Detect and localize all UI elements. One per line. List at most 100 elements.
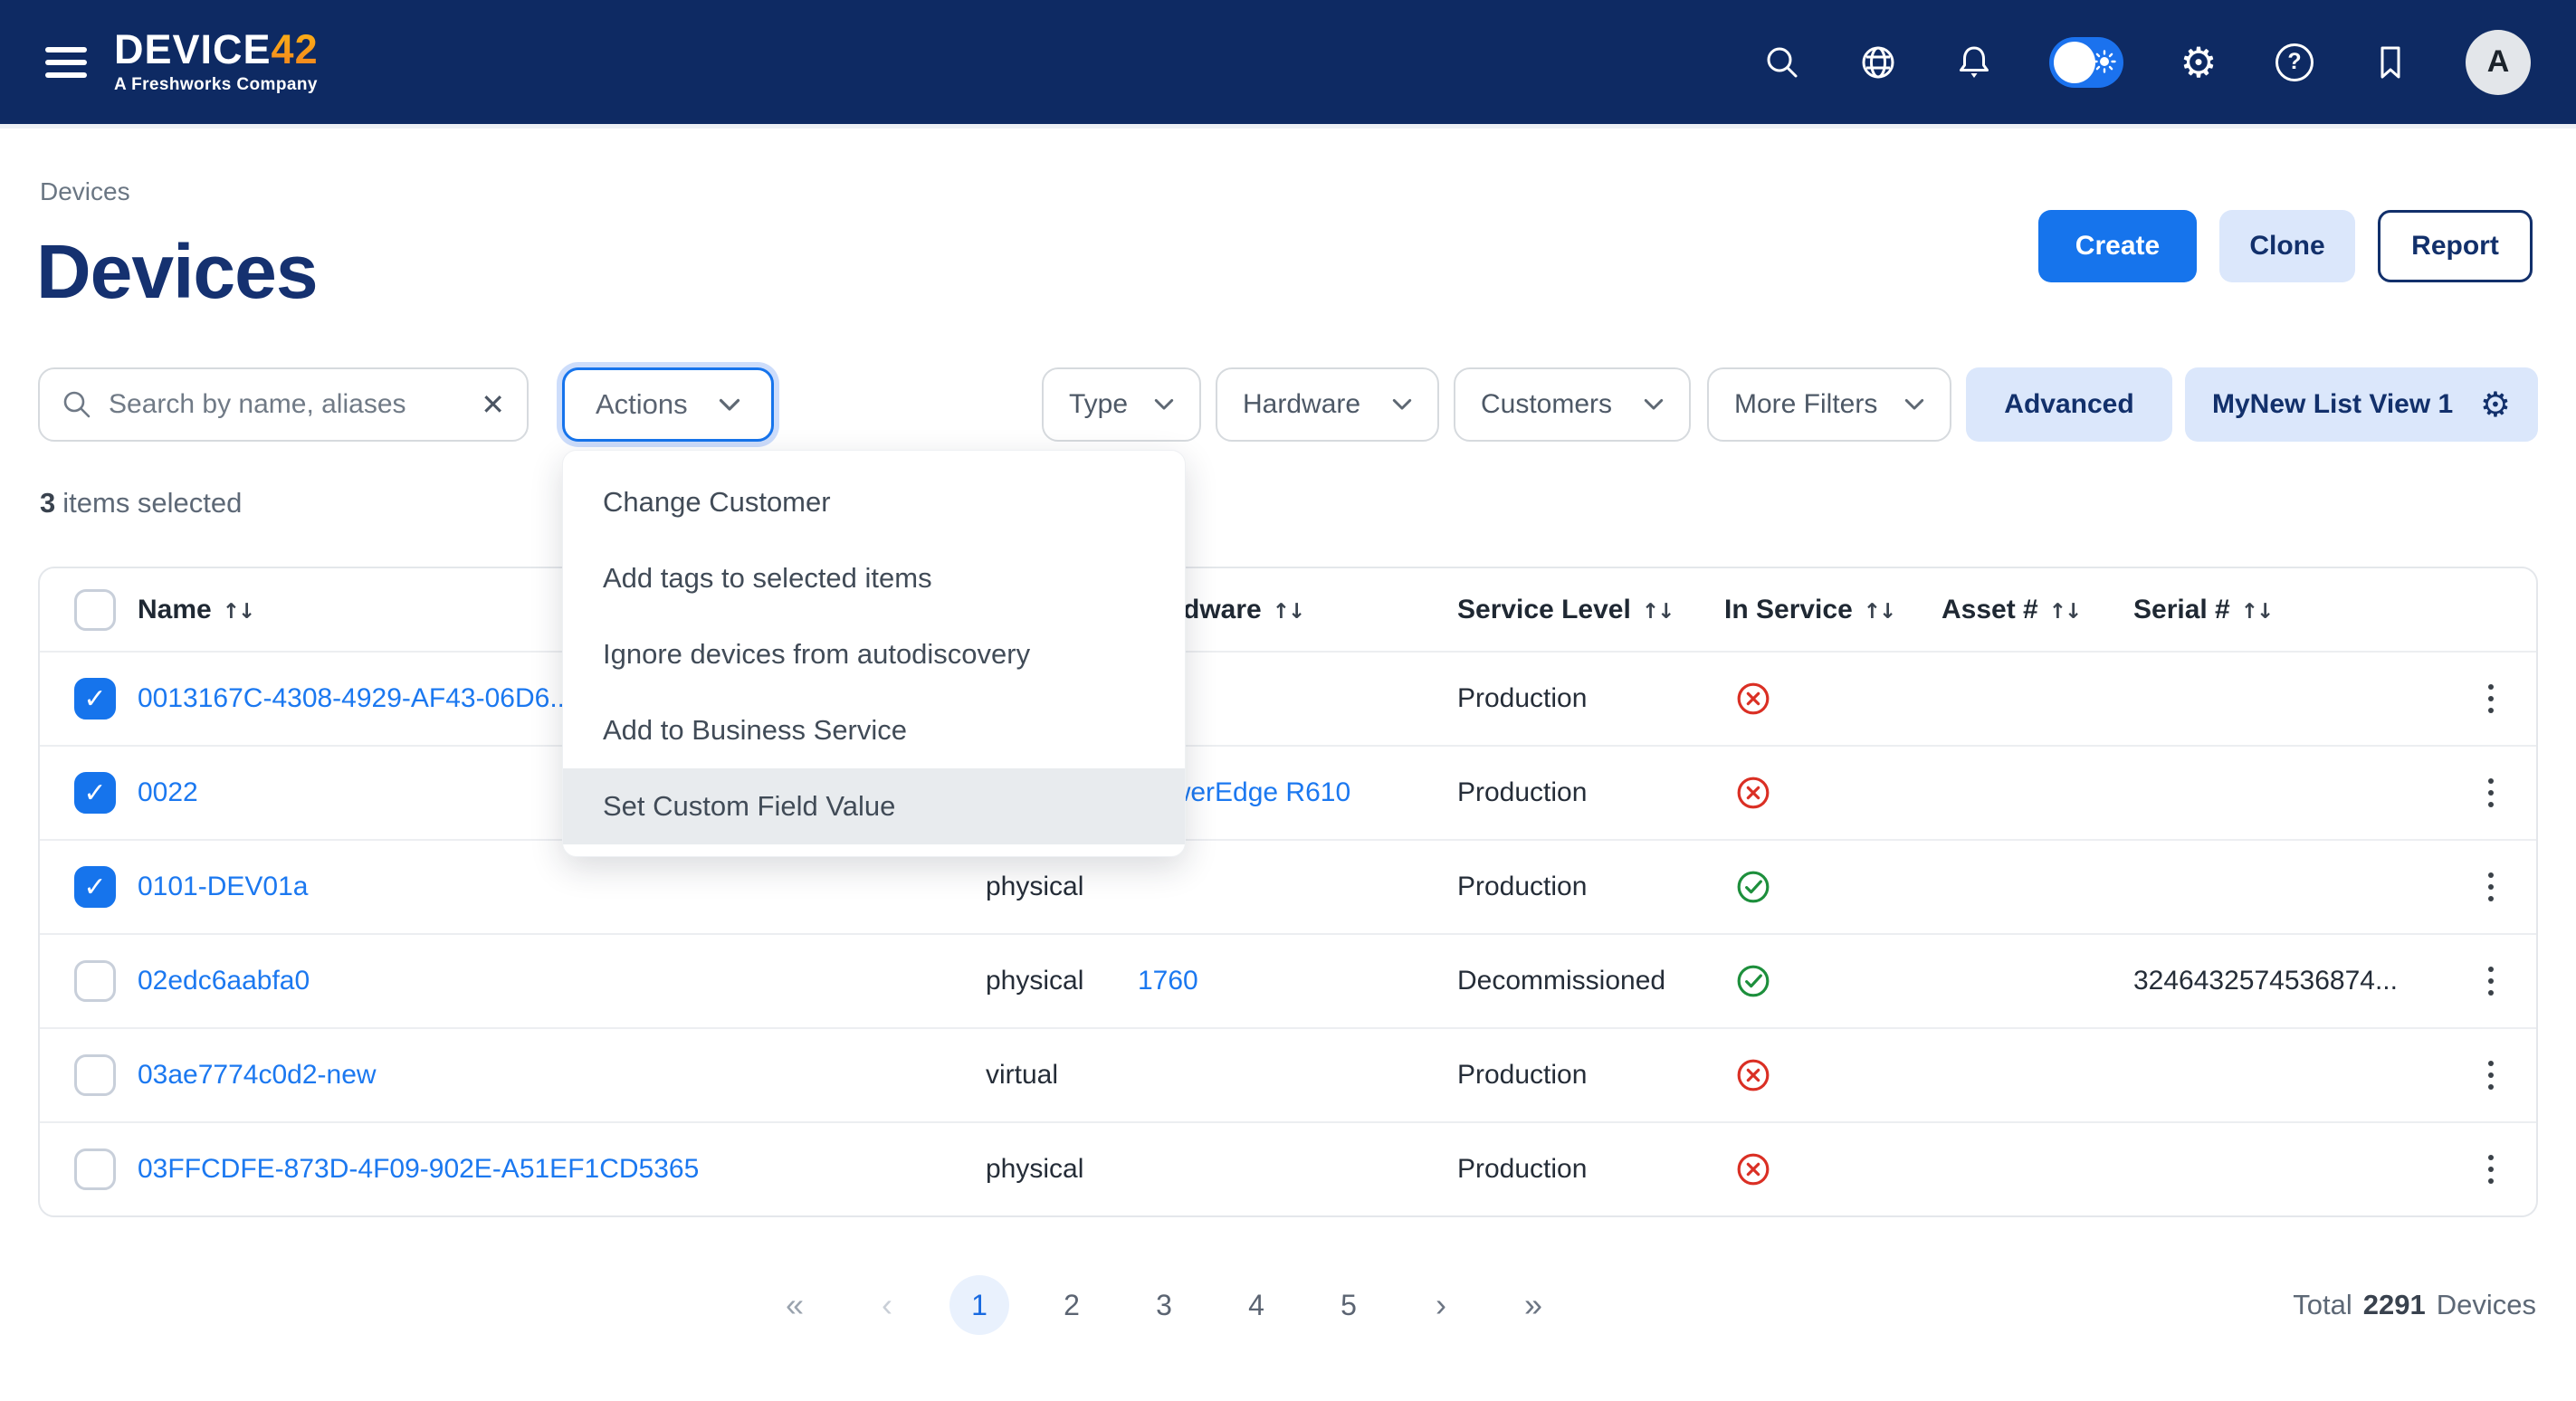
advanced-filter-button[interactable]: Advanced [1966,367,2172,442]
clear-search-icon[interactable]: ✕ [481,390,505,419]
filter-customers-label: Customers [1481,389,1612,420]
menu-item-change-customer[interactable]: Change Customer [563,464,1185,540]
menu-item-set-custom-field-value[interactable]: Set Custom Field Value [563,768,1185,844]
type-cell: virtual [986,1060,1138,1091]
row-checkbox[interactable] [74,678,116,720]
search-icon[interactable] [1761,42,1803,83]
search-input[interactable] [109,389,464,420]
in-service-cell [1724,681,1942,717]
row-checkbox[interactable] [74,866,116,908]
hardware-link[interactable]: 1760 [1138,966,1198,996]
clone-button[interactable]: Clone [2219,210,2355,282]
in-service-cell [1724,775,1942,811]
breadcrumb[interactable]: Devices [40,177,130,206]
row-kebab-menu-icon[interactable] [2446,1155,2536,1184]
device-name-link[interactable]: 03FFCDFE-873D-4F09-902E-A51EF1CD5365 [138,1154,699,1184]
device-name-link[interactable]: 03ae7774c0d2-new [138,1060,377,1090]
row-checkbox[interactable] [74,1148,116,1190]
view-settings-gear-icon[interactable]: ⚙ [2480,387,2511,422]
row-kebab-menu-icon[interactable] [2446,684,2536,713]
theme-toggle[interactable] [2049,37,2123,88]
navbar-right: ⚙ ? A [1761,30,2531,95]
actions-dropdown-menu: Change Customer Add tags to selected ite… [562,450,1186,857]
device-name-link[interactable]: 0022 [138,777,198,807]
hamburger-menu-icon[interactable] [45,47,87,78]
pagination-page-2[interactable]: 2 [1042,1275,1102,1335]
service-level-cell: Production [1457,1154,1724,1185]
menu-item-add-tags[interactable]: Add tags to selected items [563,540,1185,616]
sort-icon[interactable]: ↑↓ [1642,600,1674,624]
pagination-page-3[interactable]: 3 [1134,1275,1194,1335]
filter-more-filters[interactable]: More Filters [1707,367,1951,442]
row-kebab-menu-icon[interactable] [2446,778,2536,807]
filter-customers[interactable]: Customers [1454,367,1691,442]
chevron-down-icon [1392,398,1412,411]
column-header-serial[interactable]: Serial #↑↓ [2133,595,2446,625]
sort-icon[interactable]: ↑↓ [2241,600,2273,624]
menu-item-add-to-business-service[interactable]: Add to Business Service [563,692,1185,768]
pagination-last-icon[interactable]: » [1503,1275,1563,1335]
table-row: 03FFCDFE-873D-4F09-902E-A51EF1CD5365 phy… [40,1121,2536,1215]
sun-icon [2093,50,2116,73]
user-avatar[interactable]: A [2466,30,2531,95]
help-icon[interactable]: ? [2274,42,2315,83]
pagination-first-icon[interactable]: « [765,1275,825,1335]
list-view-button[interactable]: MyNew List View 1 ⚙ [2185,367,2538,442]
column-header-in-service[interactable]: In Service↑↓ [1724,595,1942,625]
sort-icon[interactable]: ↑↓ [223,600,254,624]
row-kebab-menu-icon[interactable] [2446,872,2536,901]
create-button[interactable]: Create [2038,210,2197,282]
filter-type[interactable]: Type [1042,367,1201,442]
sort-icon[interactable]: ↑↓ [2049,600,2081,624]
chevron-down-icon [1904,398,1924,411]
top-navbar: DEVICE42 A Freshworks Company [0,0,2576,129]
pagination-next-icon[interactable]: › [1411,1275,1471,1335]
service-level-cell: Production [1457,872,1724,902]
report-button[interactable]: Report [2378,210,2533,282]
pagination-page-1[interactable]: 1 [949,1275,1009,1335]
table-row: 0022 PowerEdge R610 Production [40,745,2536,839]
brand-accent: 42 [272,26,319,72]
selection-status: 3items selected [40,487,242,519]
notifications-bell-icon[interactable] [1953,42,1995,83]
column-header-service-level[interactable]: Service Level↑↓ [1457,595,1724,625]
in-service-no-icon [1735,1057,1771,1093]
column-header-asset[interactable]: Asset #↑↓ [1942,595,2133,625]
pagination-page-4[interactable]: 4 [1226,1275,1286,1335]
brand-name: DEVICE42 [114,29,319,70]
pagination-page-5[interactable]: 5 [1319,1275,1379,1335]
bookmark-icon[interactable] [2370,42,2411,83]
total-suffix: Devices [2437,1289,2536,1321]
in-service-cell [1724,963,1942,999]
devices-table: Name↑↓ Type↑↓ Hardware↑↓ Service Level↑↓… [38,567,2538,1217]
row-kebab-menu-icon[interactable] [2446,1061,2536,1090]
service-level-cell: Decommissioned [1457,966,1724,996]
row-checkbox[interactable] [74,772,116,814]
header-buttons: Create Clone Report [2038,210,2533,282]
pagination-prev-icon[interactable]: ‹ [857,1275,917,1335]
globe-icon[interactable] [1857,42,1899,83]
device-name-link[interactable]: 0101-DEV01a [138,872,308,901]
row-kebab-menu-icon[interactable] [2446,967,2536,996]
filter-hardware[interactable]: Hardware [1216,367,1439,442]
select-all-checkbox[interactable] [74,589,116,631]
settings-gear-icon[interactable]: ⚙ [2178,42,2219,83]
chevron-down-icon [1154,398,1174,411]
search-box[interactable]: ✕ [38,367,529,442]
service-level-cell: Production [1457,683,1724,714]
brand-logo[interactable]: DEVICE42 A Freshworks Company [114,29,319,95]
total-prefix: Total [2293,1289,2352,1321]
serial-cell: 3246432574536874... [2133,966,2446,996]
sort-icon[interactable]: ↑↓ [1864,600,1895,624]
brand-tagline: A Freshworks Company [114,75,319,95]
row-checkbox[interactable] [74,1054,116,1096]
device-name-link[interactable]: 0013167C-4308-4929-AF43-06D6... [138,683,572,713]
menu-item-ignore-devices[interactable]: Ignore devices from autodiscovery [563,616,1185,692]
chevron-down-icon [719,398,740,412]
row-checkbox[interactable] [74,960,116,1002]
actions-dropdown-button[interactable]: Actions [562,367,774,442]
type-cell: physical [986,966,1138,996]
app-root: DEVICE42 A Freshworks Company [0,0,2576,1401]
device-name-link[interactable]: 02edc6aabfa0 [138,966,310,996]
sort-icon[interactable]: ↑↓ [1273,600,1304,624]
